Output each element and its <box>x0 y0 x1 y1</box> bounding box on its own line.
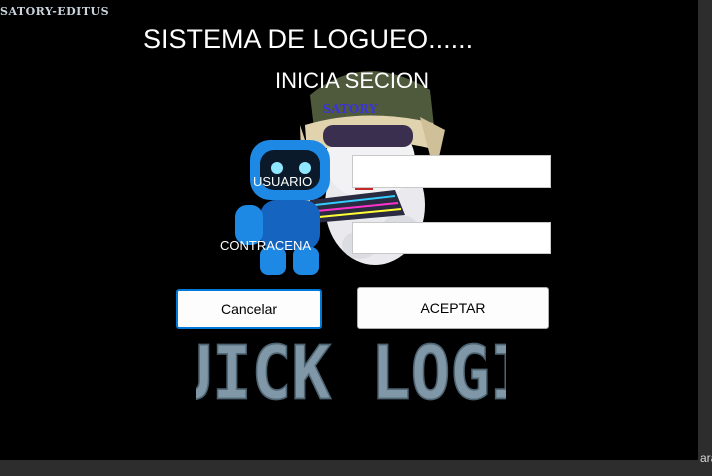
contrasena-input[interactable] <box>352 222 551 254</box>
watermark-text: SATORY-EDITUS <box>0 5 110 18</box>
quick-login-logo: QUICK LOGIN <box>196 329 506 407</box>
contrasena-label: CONTRACENA <box>220 238 312 253</box>
usuario-input[interactable] <box>352 155 551 188</box>
page-title: SISTEMA DE LOGUEO...... <box>143 24 474 54</box>
background-text: ará <box>700 451 712 465</box>
hat-logo-text: SATORY <box>323 102 378 116</box>
login-subtitle: INICIA SECION <box>275 68 430 93</box>
robot-eye-left <box>271 162 283 174</box>
quick-login-text: QUICK LOGIN <box>196 330 506 407</box>
usuario-label: USUARIO <box>253 174 313 189</box>
hat-logo: SATORY <box>323 102 378 116</box>
accept-button[interactable]: ACEPTAR <box>357 287 549 329</box>
login-form-window: SATORY-EDITUS SISTEMA DE LOGUEO...... SA… <box>0 0 698 460</box>
cancel-button[interactable]: Cancelar <box>176 289 322 329</box>
goggles <box>323 125 413 147</box>
robot-eye-right <box>299 162 311 174</box>
desktop-background-right <box>698 0 712 476</box>
